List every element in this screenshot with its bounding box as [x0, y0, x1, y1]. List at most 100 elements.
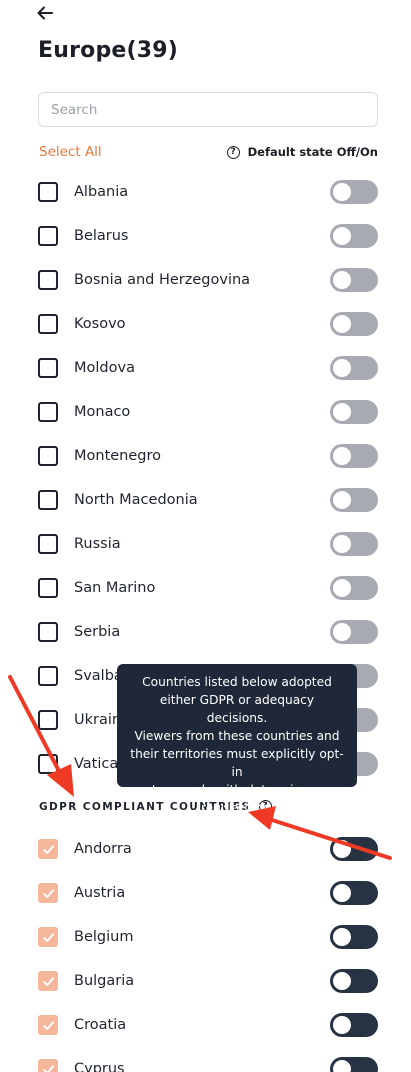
country-checkbox[interactable] — [38, 578, 58, 598]
toggle-knob — [333, 447, 351, 465]
country-row[interactable]: Russia — [38, 532, 378, 556]
country-name: Serbia — [74, 624, 121, 640]
default-state-label: ? Default state Off/On — [226, 145, 378, 159]
default-state-toggle[interactable] — [330, 312, 378, 336]
country-name: Albania — [74, 184, 129, 200]
check-icon — [42, 1064, 54, 1072]
default-state-toggle[interactable] — [330, 268, 378, 292]
default-state-toggle[interactable] — [330, 837, 378, 861]
country-row[interactable]: Belgium — [38, 925, 378, 949]
toggle-knob — [333, 1060, 351, 1072]
country-name: Monaco — [74, 404, 131, 420]
country-name: Bulgaria — [74, 973, 135, 989]
default-state-toggle[interactable] — [330, 488, 378, 512]
country-name: Kosovo — [74, 316, 126, 332]
toggle-knob — [333, 884, 351, 902]
country-checkbox[interactable] — [38, 358, 58, 378]
country-checkbox[interactable] — [38, 754, 58, 774]
country-checkbox[interactable] — [38, 710, 58, 730]
toggle-knob — [333, 271, 351, 289]
tooltip-line: Countries listed below adopted — [142, 675, 332, 689]
default-state-toggle[interactable] — [330, 576, 378, 600]
check-icon — [42, 932, 54, 942]
country-name: Andorra — [74, 841, 132, 857]
default-state-toggle[interactable] — [330, 969, 378, 993]
country-checkbox[interactable] — [38, 314, 58, 334]
toggle-knob — [333, 579, 351, 597]
default-state-toggle[interactable] — [330, 1057, 378, 1072]
toggle-knob — [333, 972, 351, 990]
country-checkbox[interactable] — [38, 226, 58, 246]
toggle-knob — [333, 227, 351, 245]
country-row[interactable]: Bulgaria — [38, 969, 378, 993]
country-name: Russia — [74, 536, 121, 552]
country-name: San Marino — [74, 580, 156, 596]
country-checkbox[interactable] — [38, 446, 58, 466]
default-state-toggle[interactable] — [330, 180, 378, 204]
back-button[interactable] — [36, 4, 54, 22]
tooltip-line: their territories must explicitly opt-in — [130, 747, 344, 779]
country-row[interactable]: Andorra — [38, 837, 378, 861]
check-icon — [42, 1020, 54, 1030]
country-row[interactable]: Monaco — [38, 400, 378, 424]
search-input[interactable] — [38, 92, 378, 127]
country-row[interactable]: Kosovo — [38, 312, 378, 336]
country-row[interactable]: Cyprus — [38, 1057, 378, 1072]
country-row[interactable]: Albania — [38, 180, 378, 204]
country-name: Croatia — [74, 1017, 127, 1033]
country-row[interactable]: Moldova — [38, 356, 378, 380]
country-checkbox[interactable] — [38, 927, 58, 947]
country-checkbox[interactable] — [38, 1059, 58, 1072]
country-checkbox[interactable] — [38, 402, 58, 422]
tooltip-line: to comply with data privacy — [151, 783, 323, 797]
toggle-knob — [333, 623, 351, 641]
tooltip-line: regulations. — [200, 801, 274, 815]
country-checkbox[interactable] — [38, 622, 58, 642]
country-checkbox[interactable] — [38, 182, 58, 202]
country-row[interactable]: North Macedonia — [38, 488, 378, 512]
country-name: Cyprus — [74, 1061, 125, 1072]
toggle-knob — [333, 1016, 351, 1034]
default-state-toggle[interactable] — [330, 444, 378, 468]
page-title: Europe(39) — [38, 38, 179, 63]
default-state-toggle[interactable] — [330, 881, 378, 905]
annotation-arrow-left — [8, 675, 74, 797]
country-checkbox[interactable] — [38, 490, 58, 510]
check-icon — [42, 844, 54, 854]
toggle-knob — [333, 183, 351, 201]
question-circle-icon[interactable]: ? — [226, 145, 240, 159]
country-name: Bosnia and Herzegovina — [74, 272, 251, 288]
toggle-knob — [333, 928, 351, 946]
default-state-toggle[interactable] — [330, 620, 378, 644]
check-icon — [42, 976, 54, 986]
select-all-link[interactable]: Select All — [39, 144, 102, 160]
default-state-toggle[interactable] — [330, 224, 378, 248]
country-checkbox[interactable] — [38, 534, 58, 554]
country-checkbox[interactable] — [38, 666, 58, 686]
country-row[interactable]: Croatia — [38, 1013, 378, 1037]
arrow-left-icon — [37, 6, 53, 20]
default-state-toggle[interactable] — [330, 400, 378, 424]
country-row[interactable]: Serbia — [38, 620, 378, 644]
country-checkbox[interactable] — [38, 839, 58, 859]
default-state-toggle[interactable] — [330, 925, 378, 949]
country-row[interactable]: Montenegro — [38, 444, 378, 468]
toggle-knob — [333, 535, 351, 553]
tooltip-line: Viewers from these countries and — [134, 729, 340, 743]
country-name: North Macedonia — [74, 492, 198, 508]
country-row[interactable]: San Marino — [38, 576, 378, 600]
country-checkbox[interactable] — [38, 971, 58, 991]
default-state-toggle[interactable] — [330, 356, 378, 380]
country-row[interactable]: Austria — [38, 881, 378, 905]
country-row[interactable]: Bosnia and Herzegovina — [38, 268, 378, 292]
country-checkbox[interactable] — [38, 883, 58, 903]
toggle-knob — [333, 403, 351, 421]
default-state-toggle[interactable] — [330, 1013, 378, 1037]
country-checkbox[interactable] — [38, 1015, 58, 1035]
country-row[interactable]: Belarus — [38, 224, 378, 248]
default-state-toggle[interactable] — [330, 532, 378, 556]
country-checkbox[interactable] — [38, 270, 58, 290]
toggle-knob — [333, 491, 351, 509]
country-name: Austria — [74, 885, 126, 901]
country-name: Belgium — [74, 929, 134, 945]
